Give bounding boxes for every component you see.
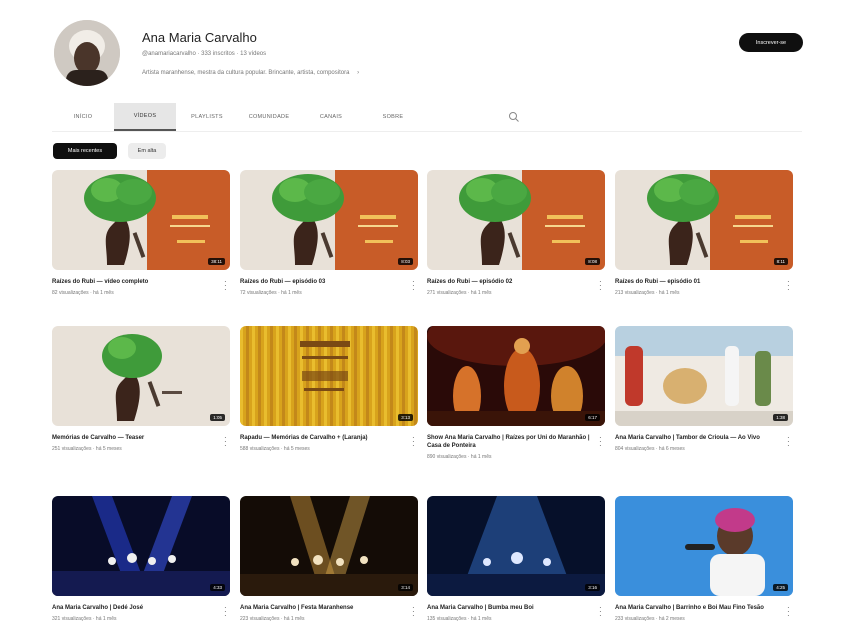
video-meta: 135 visualizações · há 1 mês (427, 616, 492, 622)
more-vert-icon[interactable]: · · · (412, 604, 415, 620)
more-vert-icon[interactable]: · · · (224, 278, 227, 294)
more-vert-icon[interactable]: · · · (224, 434, 227, 450)
more-vert-icon[interactable]: · · · (412, 434, 415, 450)
video-thumbnail[interactable]: 3:14 (240, 496, 418, 596)
more-vert-icon[interactable]: · · · (599, 604, 602, 620)
video-thumbnail[interactable]: 6:17 (427, 326, 605, 426)
video-thumbnail[interactable]: 3:13 (240, 326, 418, 426)
video-thumbnail[interactable]: 38:11 (52, 170, 230, 270)
video-meta: 588 visualizações · há 5 meses (240, 446, 310, 452)
video-thumbnail[interactable]: 4:33 (52, 496, 230, 596)
video-duration: 3:14 (398, 584, 413, 591)
video-title[interactable]: Raízes do Rubi — episódio 01 (615, 278, 779, 286)
video-thumbnail[interactable]: 8:11 (615, 170, 793, 270)
video-title[interactable]: Raízes do Rubi — episódio 03 (240, 278, 404, 286)
video-card[interactable]: 1:38 Ana Maria Carvalho | Tambor de Criou… (615, 326, 793, 452)
video-title[interactable]: Ana Maria Carvalho | Bumba meu Boi (427, 604, 591, 612)
video-duration: 1:38 (773, 414, 788, 421)
more-vert-icon[interactable]: · · · (787, 604, 790, 620)
tab-videos[interactable]: VÍDEOS (114, 103, 176, 131)
video-card[interactable]: 8:03 Raízes do Rubi — episódio 03 72 visua… (240, 170, 418, 296)
more-vert-icon[interactable]: · · · (224, 604, 227, 620)
tab-inicio[interactable]: INÍCIO (52, 103, 114, 131)
video-title[interactable]: Raízes do Rubi — episódio 02 (427, 278, 591, 286)
video-meta: 233 visualizações · há 2 meses (615, 616, 685, 622)
video-duration: 3:13 (398, 414, 413, 421)
more-vert-icon[interactable]: · · · (787, 278, 790, 294)
more-vert-icon[interactable]: · · · (599, 278, 602, 294)
video-meta: 213 visualizações · há 1 mês (615, 290, 680, 296)
video-card[interactable]: 6:17 Show Ana Maria Carvalho | Raízes por… (427, 326, 605, 460)
video-title[interactable]: Raízes do Rubi — vídeo completo (52, 278, 216, 286)
video-thumbnail[interactable]: 1:38 (615, 326, 793, 426)
tab-sobre[interactable]: SOBRE (362, 103, 424, 131)
video-title[interactable]: Memórias de Carvalho — Teaser (52, 434, 216, 442)
subscribe-button[interactable]: Inscrever-se (739, 33, 803, 52)
video-card[interactable]: 38:11 Raízes do Rubi — vídeo completo 82 v… (52, 170, 230, 296)
more-vert-icon[interactable]: · · · (787, 434, 790, 450)
video-title[interactable]: Ana Maria Carvalho | Barrinho e Boi Mau … (615, 604, 779, 612)
channel-avatar[interactable] (54, 20, 120, 86)
tab-canais[interactable]: CANAIS (300, 103, 362, 131)
channel-description-text: Artista maranhense, mestra da cultura po… (142, 70, 350, 76)
video-duration: 4:25 (773, 584, 788, 591)
video-duration: 6:17 (585, 414, 600, 421)
tab-playlists[interactable]: PLAYLISTS (176, 103, 238, 131)
channel-name: Ana Maria Carvalho (142, 30, 257, 45)
video-thumbnail[interactable]: 8:03 (240, 170, 418, 270)
video-card[interactable]: 4:25 Ana Maria Carvalho | Barrinho e Boi … (615, 496, 793, 622)
video-meta: 82 visualizações · há 1 mês (52, 290, 114, 296)
video-card[interactable]: 8:08 Raízes do Rubi — episódio 02 271 visu… (427, 170, 605, 296)
video-card[interactable]: 4:33 Ana Maria Carvalho | Dedé José 321 vi… (52, 496, 230, 622)
video-card[interactable]: 3:14 Ana Maria Carvalho | Festa Maranhens… (240, 496, 418, 622)
video-thumbnail[interactable]: 1:05 (52, 326, 230, 426)
video-title[interactable]: Ana Maria Carvalho | Tambor de Crioula —… (615, 434, 779, 442)
video-card[interactable]: 3:13 Rapadu — Memórias de Carvalho + (Lar… (240, 326, 418, 452)
channel-meta: @anamariacarvalho · 333 inscritos · 13 v… (142, 51, 267, 57)
video-duration: 8:11 (773, 258, 788, 265)
video-meta: 804 visualizações · há 6 meses (615, 446, 685, 452)
video-title[interactable]: Rapadu — Memórias de Carvalho + (Laranja… (240, 434, 404, 442)
video-thumbnail[interactable]: 8:08 (427, 170, 605, 270)
tab-comunidade[interactable]: COMUNIDADE (238, 103, 300, 131)
chevron-right-icon: › (357, 70, 360, 76)
video-title[interactable]: Show Ana Maria Carvalho | Raízes por Uni… (427, 434, 591, 450)
chip-em-alta[interactable]: Em alta (128, 143, 166, 159)
video-duration: 4:33 (210, 584, 225, 591)
video-card[interactable]: 3:16 Ana Maria Carvalho | Bumba meu Boi 13… (427, 496, 605, 622)
video-card[interactable]: 1:05 Memórias de Carvalho — Teaser 251 vis… (52, 326, 230, 452)
channel-description[interactable]: Artista maranhense, mestra da cultura po… (142, 70, 359, 76)
tabs-divider (52, 131, 802, 132)
video-card[interactable]: 8:11 Raízes do Rubi — episódio 01 213 visu… (615, 170, 793, 296)
video-meta: 251 visualizações · há 5 meses (52, 446, 122, 452)
more-vert-icon[interactable]: · · · (599, 434, 602, 450)
video-duration: 8:08 (585, 258, 600, 265)
video-duration: 3:16 (585, 584, 600, 591)
video-duration: 8:03 (398, 258, 413, 265)
video-title[interactable]: Ana Maria Carvalho | Festa Maranhense (240, 604, 404, 612)
more-vert-icon[interactable]: · · · (412, 278, 415, 294)
video-meta: 271 visualizações · há 1 mês (427, 290, 492, 296)
video-meta: 321 visualizações · há 1 mês (52, 616, 117, 622)
video-thumbnail[interactable]: 4:25 (615, 496, 793, 596)
channel-tabs: INÍCIO VÍDEOS PLAYLISTS COMUNIDADE CANAI… (52, 103, 424, 131)
chip-mais-recentes[interactable]: Mais recentes (53, 143, 117, 159)
search-icon[interactable] (508, 111, 520, 123)
video-duration: 1:05 (210, 414, 225, 421)
video-meta: 890 visualizações · há 1 mês (427, 454, 492, 460)
video-meta: 223 visualizações · há 1 mês (240, 616, 305, 622)
video-meta: 72 visualizações · há 1 mês (240, 290, 302, 296)
video-thumbnail[interactable]: 3:16 (427, 496, 605, 596)
video-duration: 38:11 (208, 258, 225, 265)
video-title[interactable]: Ana Maria Carvalho | Dedé José (52, 604, 216, 612)
